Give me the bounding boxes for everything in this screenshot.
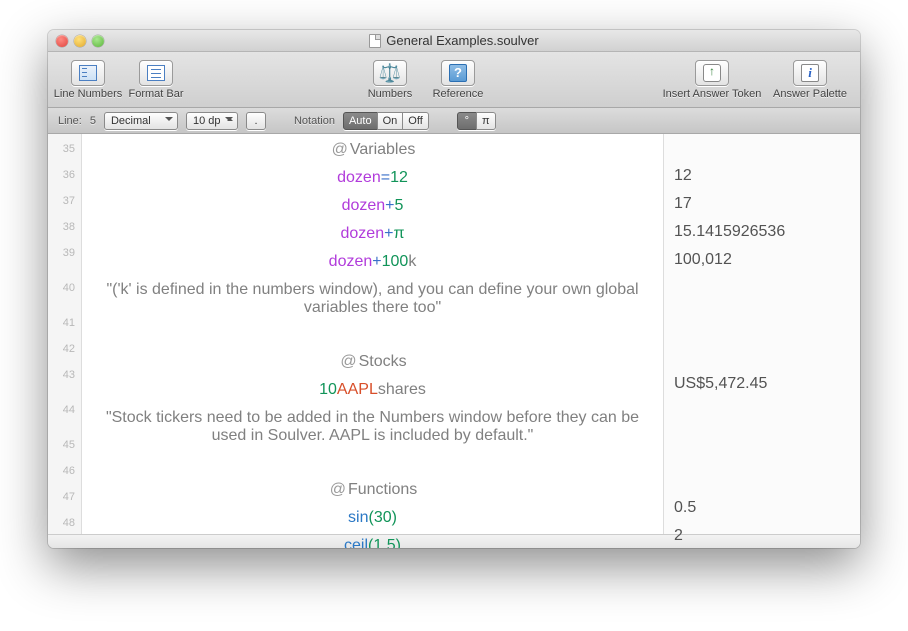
toolbar: Line Numbers Format Bar ⚖️ Numbers ? Ref… — [48, 52, 860, 108]
insert-answer-token-label: Insert Answer Token — [662, 88, 762, 100]
line-number: 41 — [48, 310, 81, 336]
decimal-places-value: 10 dp — [193, 115, 221, 127]
format-bar-button[interactable]: Format Bar — [126, 60, 186, 100]
numbers-button[interactable]: ⚖️ Numbers — [360, 60, 420, 100]
answer-palette-label: Answer Palette — [770, 88, 850, 100]
content-area: 3536373839404142434445464748 @Variablesd… — [48, 134, 860, 534]
reference-button[interactable]: ? Reference — [428, 60, 488, 100]
decimal-point-button[interactable]: . — [246, 112, 266, 130]
editor-line[interactable]: dozen + 5 — [82, 192, 663, 220]
notation-on-button[interactable]: On — [377, 112, 404, 130]
numbers-label: Numbers — [368, 88, 413, 100]
answer-cell — [664, 274, 860, 318]
line-number: 44 — [48, 388, 81, 432]
answer-cell — [664, 398, 860, 442]
editor-line[interactable]: sin(30) — [82, 504, 663, 532]
line-number: 39 — [48, 240, 81, 266]
reference-label: Reference — [433, 88, 484, 100]
degrees-button[interactable]: ° — [457, 112, 477, 130]
answers-column: 121715.1415926536100,012US$5,472.450.52 — [664, 134, 860, 534]
answer-cell: 12 — [664, 162, 860, 190]
line-label: Line: — [58, 115, 82, 127]
answer-cell: 0.5 — [664, 494, 860, 522]
answer-cell: 17 — [664, 190, 860, 218]
line-number: 46 — [48, 458, 81, 484]
document-icon — [369, 34, 381, 48]
line-number: 42 — [48, 336, 81, 362]
line-number: 37 — [48, 188, 81, 214]
answer-cell: 100,012 — [664, 246, 860, 274]
answer-cell — [664, 318, 860, 344]
number-format-select[interactable]: Decimal — [104, 112, 178, 130]
format-bar-label: Format Bar — [128, 88, 183, 100]
close-icon[interactable] — [56, 35, 68, 47]
answer-palette-icon: i — [801, 64, 819, 82]
line-gutter: 3536373839404142434445464748 — [48, 134, 82, 534]
editor-line[interactable]: dozen = 12 — [82, 164, 663, 192]
line-number: 45 — [48, 432, 81, 458]
radians-button[interactable]: π — [476, 112, 496, 130]
format-bar-icon — [147, 65, 165, 81]
line-number: 43 — [48, 362, 81, 388]
zoom-icon[interactable] — [92, 35, 104, 47]
notation-off-button[interactable]: Off — [402, 112, 428, 130]
editor-line[interactable]: dozen + π — [82, 220, 663, 248]
editor-line[interactable]: 10 AAPL shares — [82, 376, 663, 404]
window-title-wrap: General Examples.soulver — [48, 33, 860, 48]
editor-line[interactable] — [82, 322, 663, 348]
answer-cell: 15.1415926536 — [664, 218, 860, 246]
number-format-value: Decimal — [111, 115, 151, 127]
traffic-lights — [48, 35, 104, 47]
editor-line[interactable]: "Stock tickers need to be added in the N… — [82, 404, 663, 450]
line-number: 36 — [48, 162, 81, 188]
answer-palette-button[interactable]: i Answer Palette — [770, 60, 850, 100]
insert-answer-token-button[interactable]: Insert Answer Token — [662, 60, 762, 100]
answer-cell — [664, 442, 860, 468]
answer-cell — [664, 136, 860, 162]
editor-line[interactable]: @Stocks — [82, 348, 663, 376]
answer-cell — [664, 468, 860, 494]
format-bar: Line: 5 Decimal 10 dp . Notation Auto On… — [48, 108, 860, 134]
editor-line[interactable]: @Variables — [82, 136, 663, 164]
line-number: 40 — [48, 266, 81, 310]
line-value: 5 — [90, 115, 96, 127]
line-number: 35 — [48, 136, 81, 162]
editor-line[interactable] — [82, 450, 663, 476]
editor[interactable]: @Variablesdozen = 12dozen + 5dozen + πdo… — [82, 134, 664, 534]
line-numbers-button[interactable]: Line Numbers — [58, 60, 118, 100]
notation-segment: Auto On Off — [343, 112, 429, 130]
decimal-places-select[interactable]: 10 dp — [186, 112, 238, 130]
answer-cell — [664, 344, 860, 370]
answer-cell: US$5,472.45 — [664, 370, 860, 398]
notation-auto-button[interactable]: Auto — [343, 112, 378, 130]
editor-line[interactable]: dozen + 100k — [82, 248, 663, 276]
line-number: 38 — [48, 214, 81, 240]
line-numbers-label: Line Numbers — [54, 88, 122, 100]
line-number: 47 — [48, 484, 81, 510]
angle-segment: ° π — [457, 112, 496, 130]
editor-line[interactable]: "('k' is defined in the numbers window),… — [82, 276, 663, 322]
titlebar: General Examples.soulver — [48, 30, 860, 52]
editor-line[interactable]: ceil(1.5) — [82, 532, 663, 548]
reference-icon: ? — [449, 64, 467, 82]
minimize-icon[interactable] — [74, 35, 86, 47]
scale-icon: ⚖️ — [379, 64, 401, 82]
window-title: General Examples.soulver — [386, 33, 538, 48]
app-window: General Examples.soulver Line Numbers Fo… — [48, 30, 860, 548]
insert-token-icon — [703, 64, 721, 82]
editor-line[interactable]: @Functions — [82, 476, 663, 504]
line-numbers-icon — [79, 65, 97, 81]
notation-label: Notation — [294, 115, 335, 127]
answer-cell: 2 — [664, 522, 860, 548]
line-number: 48 — [48, 510, 81, 536]
